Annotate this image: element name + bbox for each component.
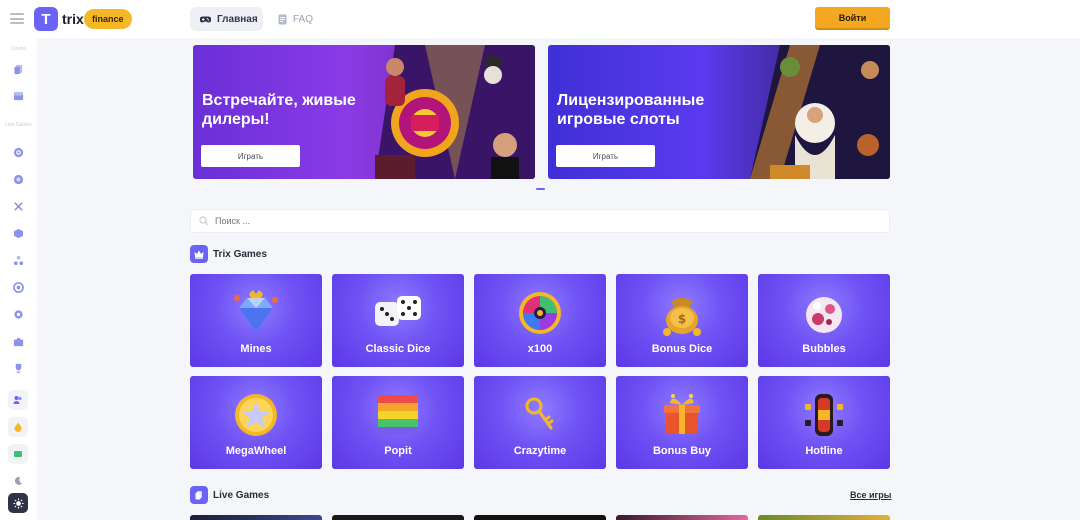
game-card-title: Popit bbox=[384, 445, 412, 457]
game-card-title: Mines bbox=[240, 343, 272, 355]
crown-icon bbox=[190, 245, 208, 263]
banner-title: Встречайте, живые дилеры! bbox=[202, 92, 356, 128]
game-card-popit[interactable]: Popit bbox=[332, 376, 464, 469]
diamond-icon bbox=[234, 290, 278, 332]
top-header: T trix finance Главная FAQ Войти bbox=[0, 0, 1080, 38]
game-card-megawheel[interactable]: MegaWheel bbox=[190, 376, 322, 469]
finance-badge[interactable]: finance bbox=[84, 9, 132, 29]
login-button[interactable]: Войти bbox=[815, 7, 890, 30]
target-icon[interactable] bbox=[12, 146, 24, 158]
trix-games-header: Trix Games bbox=[190, 245, 267, 263]
sidebar-label-live: Live Games bbox=[5, 122, 32, 128]
dice-icon bbox=[375, 296, 421, 326]
star-coin-icon bbox=[235, 394, 277, 436]
banner-title: Лицензированные игровые слоты bbox=[557, 92, 705, 128]
sidebar: Casino Live Games bbox=[0, 38, 37, 520]
box-icon[interactable] bbox=[12, 227, 24, 239]
moon-icon[interactable] bbox=[8, 471, 28, 491]
game-card-classic-dice[interactable]: Classic Dice bbox=[332, 274, 464, 367]
menu-icon[interactable] bbox=[10, 13, 24, 24]
gamepad-icon bbox=[200, 16, 211, 22]
live-game-card[interactable] bbox=[190, 515, 322, 520]
search-input[interactable] bbox=[215, 216, 615, 226]
copy-icon[interactable] bbox=[12, 63, 24, 75]
game-card-mines[interactable]: Mines bbox=[190, 274, 322, 367]
carousel-indicator[interactable] bbox=[536, 188, 545, 190]
banner-slots[interactable]: Лицензированные игровые слоты Играть bbox=[548, 45, 890, 179]
live-game-card[interactable] bbox=[474, 515, 606, 520]
game-card-bubbles[interactable]: Bubbles bbox=[758, 274, 890, 367]
game-card-x100[interactable]: x100 bbox=[474, 274, 606, 367]
nav-home-tab[interactable]: Главная bbox=[190, 7, 263, 31]
game-card-crazytime[interactable]: Crazytime bbox=[474, 376, 606, 469]
molecule-icon[interactable] bbox=[12, 254, 24, 266]
cards-icon bbox=[190, 486, 208, 504]
ticket-icon[interactable] bbox=[8, 444, 28, 464]
wheel-icon bbox=[519, 292, 561, 334]
live-game-card[interactable] bbox=[616, 515, 748, 520]
gear-icon[interactable] bbox=[12, 308, 24, 320]
document-icon bbox=[278, 14, 287, 24]
game-card-title: x100 bbox=[527, 343, 553, 355]
banner-play-button[interactable]: Играть bbox=[556, 145, 655, 167]
game-card-hotline[interactable]: Hotline bbox=[758, 376, 890, 469]
trophy-icon[interactable] bbox=[12, 362, 24, 374]
game-card-title: Bonus Buy bbox=[652, 445, 712, 457]
svg-text:$: $ bbox=[678, 312, 686, 326]
live-games-header: Live Games bbox=[190, 486, 269, 504]
game-card-bonus-dice[interactable]: $ Bonus Dice bbox=[616, 274, 748, 367]
banner-play-button[interactable]: Играть bbox=[201, 145, 300, 167]
live-game-card[interactable] bbox=[332, 515, 464, 520]
logo-icon[interactable]: T bbox=[34, 7, 58, 31]
live-game-card[interactable] bbox=[758, 515, 890, 520]
game-card-title: MegaWheel bbox=[225, 445, 287, 457]
nav-home-label: Главная bbox=[217, 13, 258, 25]
users-icon[interactable] bbox=[8, 390, 28, 410]
puzzle-icon[interactable] bbox=[12, 335, 24, 347]
game-card-title: Classic Dice bbox=[365, 343, 431, 355]
gift-icon bbox=[664, 394, 700, 434]
live-games-title: Live Games bbox=[213, 489, 270, 501]
coin-icon[interactable] bbox=[12, 281, 24, 293]
brand-name[interactable]: trix bbox=[62, 11, 84, 27]
game-card-title: Bubbles bbox=[802, 343, 846, 355]
trix-games-title: Trix Games bbox=[213, 248, 267, 260]
sidebar-label-casino: Casino bbox=[10, 46, 27, 52]
nav-faq-label: FAQ bbox=[293, 13, 314, 25]
game-card-title: Bonus Dice bbox=[651, 343, 713, 355]
banner-live-dealers[interactable]: Встречайте, живые дилеры! Играть bbox=[193, 45, 535, 179]
chest-icon[interactable] bbox=[12, 89, 24, 101]
fire-icon[interactable] bbox=[8, 417, 28, 437]
popit-icon bbox=[378, 395, 418, 435]
slot-reel-icon bbox=[805, 394, 843, 436]
search-icon bbox=[199, 216, 209, 226]
all-games-link[interactable]: Все игры bbox=[850, 490, 891, 500]
chip-icon[interactable] bbox=[12, 173, 24, 185]
search-bar[interactable] bbox=[190, 209, 890, 233]
nav-faq-tab[interactable]: FAQ bbox=[278, 7, 313, 31]
key-icon bbox=[525, 397, 554, 430]
game-card-title: Hotline bbox=[805, 445, 843, 457]
crossed-swords-icon[interactable] bbox=[12, 200, 24, 212]
game-card-bonus-buy[interactable]: Bonus Buy bbox=[616, 376, 748, 469]
money-bag-icon: $ bbox=[663, 298, 701, 336]
bubble-icon bbox=[806, 297, 842, 333]
sun-icon[interactable] bbox=[8, 493, 28, 513]
game-card-title: Crazytime bbox=[513, 445, 567, 457]
